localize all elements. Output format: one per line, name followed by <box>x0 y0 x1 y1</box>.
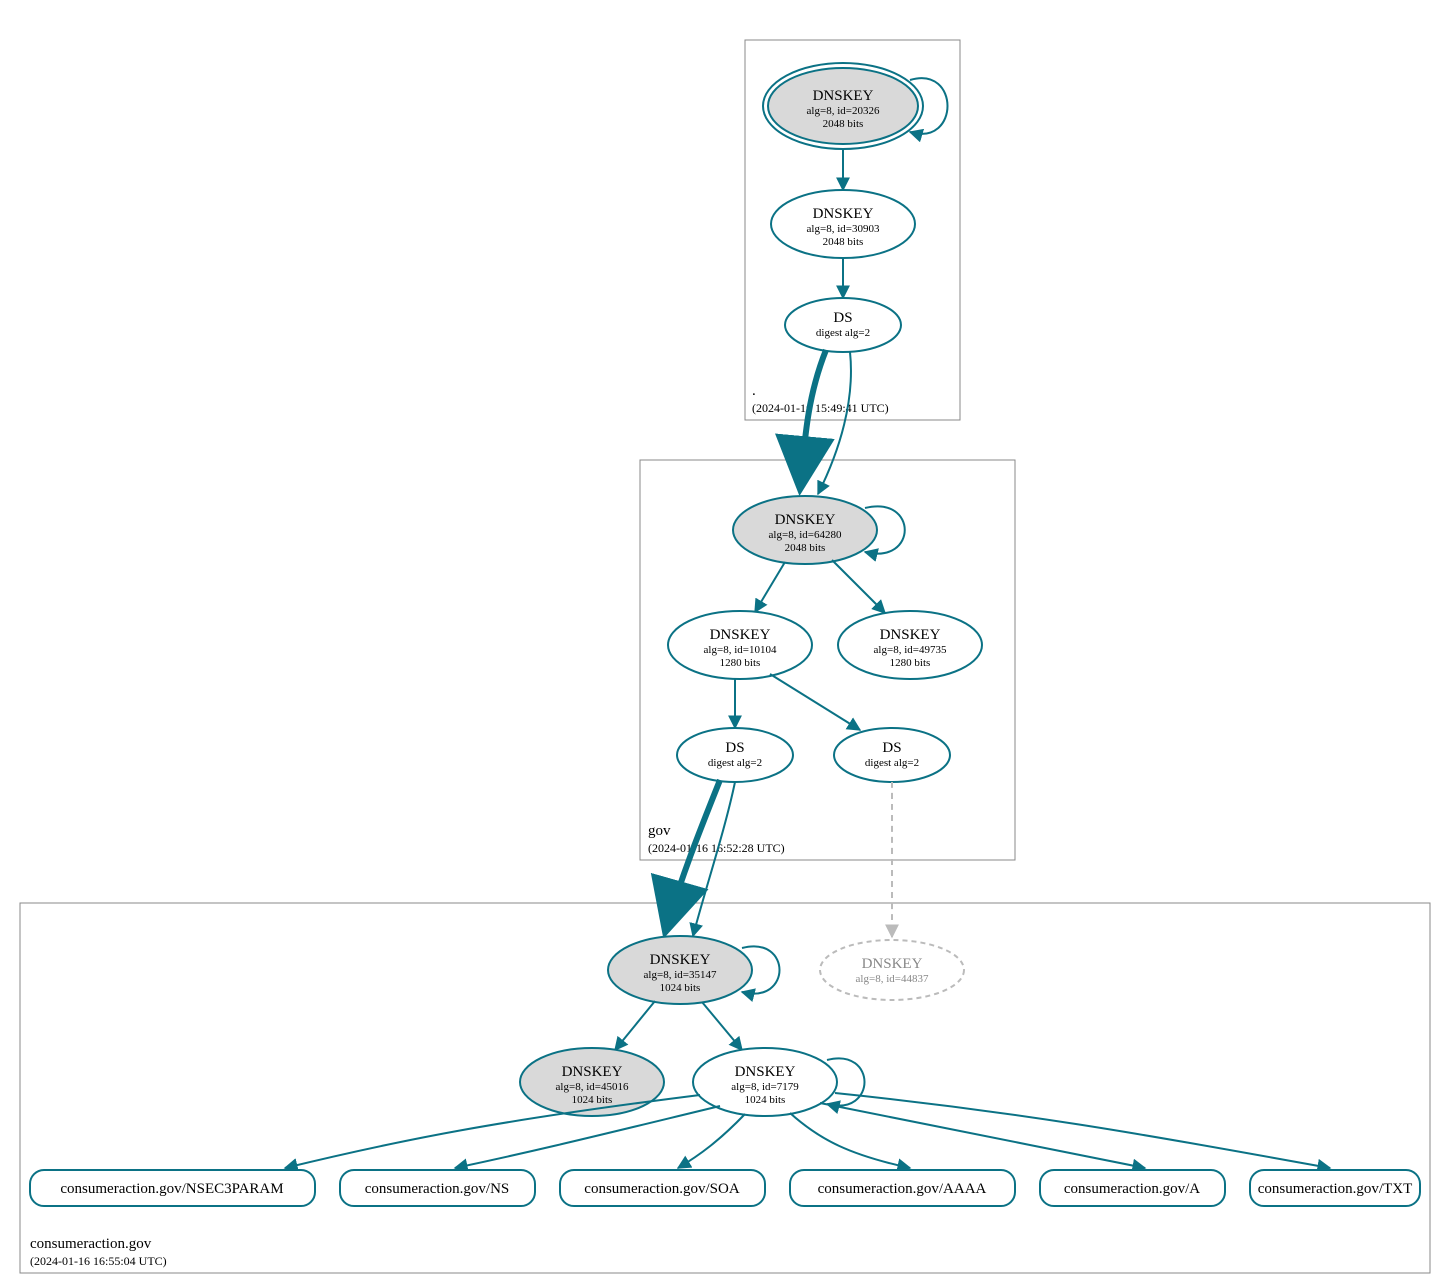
node-gov-ds1: DS digest alg=2 <box>677 728 793 782</box>
svg-text:1280 bits: 1280 bits <box>890 657 931 669</box>
svg-text:consumeraction.gov/TXT: consumeraction.gov/TXT <box>1258 1181 1413 1197</box>
svg-text:1024 bits: 1024 bits <box>572 1094 613 1106</box>
svg-text:2048 bits: 2048 bits <box>823 236 864 248</box>
svg-text:2048 bits: 2048 bits <box>785 542 826 554</box>
svg-text:alg=8, id=10104: alg=8, id=10104 <box>704 644 777 656</box>
svg-text:alg=8, id=44837: alg=8, id=44837 <box>856 973 929 985</box>
svg-text:digest alg=2: digest alg=2 <box>816 327 870 339</box>
node-con-missing: DNSKEY alg=8, id=44837 <box>820 940 964 1000</box>
svg-text:digest alg=2: digest alg=2 <box>708 757 762 769</box>
edge-gov-ds1-to-con-ksk-thick <box>665 780 720 933</box>
svg-text:consumeraction.gov/A: consumeraction.gov/A <box>1064 1181 1200 1197</box>
node-con-zsk: DNSKEY alg=8, id=7179 1024 bits <box>693 1048 837 1116</box>
svg-text:1024 bits: 1024 bits <box>660 982 701 994</box>
svg-text:1280 bits: 1280 bits <box>720 657 761 669</box>
svg-text:consumeraction.gov/NS: consumeraction.gov/NS <box>365 1181 510 1197</box>
node-root-zsk: DNSKEY alg=8, id=30903 2048 bits <box>771 190 915 258</box>
node-root-ksk: DNSKEY alg=8, id=20326 2048 bits <box>763 63 923 149</box>
svg-text:1024 bits: 1024 bits <box>745 1094 786 1106</box>
svg-text:alg=8, id=30903: alg=8, id=30903 <box>807 223 880 235</box>
svg-text:alg=8, id=35147: alg=8, id=35147 <box>644 969 717 981</box>
node-gov-zsk2: DNSKEY alg=8, id=49735 1280 bits <box>838 611 982 679</box>
svg-text:2048 bits: 2048 bits <box>823 118 864 130</box>
svg-text:DNSKEY: DNSKEY <box>880 627 941 643</box>
svg-text:alg=8, id=20326: alg=8, id=20326 <box>807 105 880 117</box>
edge-con-ksk-to-zsk-alt <box>615 1001 655 1050</box>
svg-text:digest alg=2: digest alg=2 <box>865 757 919 769</box>
svg-text:DNSKEY: DNSKEY <box>775 512 836 528</box>
edge-zsk-to-rrset-3 <box>790 1113 910 1168</box>
edge-zsk-to-rrset-5 <box>835 1093 1330 1168</box>
zone-consumer-label: consumeraction.gov <box>30 1236 152 1252</box>
svg-text:alg=8, id=7179: alg=8, id=7179 <box>731 1081 799 1093</box>
svg-text:DS: DS <box>725 740 744 756</box>
node-con-ksk: DNSKEY alg=8, id=35147 1024 bits <box>608 936 752 1004</box>
rrset-nsec3param: consumeraction.gov/NSEC3PARAM <box>30 1170 315 1206</box>
svg-text:DNSKEY: DNSKEY <box>813 88 874 104</box>
svg-text:DS: DS <box>882 740 901 756</box>
rrset-aaaa: consumeraction.gov/AAAA <box>790 1170 1015 1206</box>
svg-text:DNSKEY: DNSKEY <box>710 627 771 643</box>
svg-text:DNSKEY: DNSKEY <box>813 206 874 222</box>
node-gov-ds2: DS digest alg=2 <box>834 728 950 782</box>
svg-text:alg=8, id=64280: alg=8, id=64280 <box>769 529 842 541</box>
edge-gov-zsk1-to-ds2 <box>770 674 860 730</box>
node-gov-ksk: DNSKEY alg=8, id=64280 2048 bits <box>733 496 877 564</box>
node-gov-zsk1: DNSKEY alg=8, id=10104 1280 bits <box>668 611 812 679</box>
edge-gov-ds1-to-con-ksk <box>693 782 735 936</box>
rrset-ns: consumeraction.gov/NS <box>340 1170 535 1206</box>
edge-con-ksk-to-zsk <box>702 1002 742 1050</box>
svg-text:consumeraction.gov/NSEC3PARAM: consumeraction.gov/NSEC3PARAM <box>60 1181 283 1197</box>
edge-zsk-to-rrset-2 <box>678 1114 745 1168</box>
rrset-soa: consumeraction.gov/SOA <box>560 1170 765 1206</box>
svg-text:DNSKEY: DNSKEY <box>650 952 711 968</box>
svg-text:DNSKEY: DNSKEY <box>735 1064 796 1080</box>
svg-text:alg=8, id=45016: alg=8, id=45016 <box>556 1081 629 1093</box>
rrset-a: consumeraction.gov/A <box>1040 1170 1225 1206</box>
edge-gov-ksk-to-zsk2 <box>832 560 885 613</box>
rrset-txt: consumeraction.gov/TXT <box>1250 1170 1420 1206</box>
zone-root-label: . <box>752 383 756 399</box>
zone-root-timestamp: (2024-01-16 15:49:41 UTC) <box>752 401 889 415</box>
zone-gov-label: gov <box>648 823 671 839</box>
node-con-zsk-alt: DNSKEY alg=8, id=45016 1024 bits <box>520 1048 664 1116</box>
svg-text:DNSKEY: DNSKEY <box>862 956 923 972</box>
svg-text:consumeraction.gov/AAAA: consumeraction.gov/AAAA <box>818 1181 987 1197</box>
edge-gov-ksk-to-zsk1 <box>755 562 785 612</box>
edge-root-ds-to-gov-ksk <box>818 352 851 494</box>
svg-text:consumeraction.gov/SOA: consumeraction.gov/SOA <box>584 1181 740 1197</box>
zone-consumer-timestamp: (2024-01-16 16:55:04 UTC) <box>30 1254 167 1268</box>
node-root-ds: DS digest alg=2 <box>785 298 901 352</box>
svg-text:alg=8, id=49735: alg=8, id=49735 <box>874 644 947 656</box>
svg-text:DS: DS <box>833 310 852 326</box>
svg-text:DNSKEY: DNSKEY <box>562 1064 623 1080</box>
